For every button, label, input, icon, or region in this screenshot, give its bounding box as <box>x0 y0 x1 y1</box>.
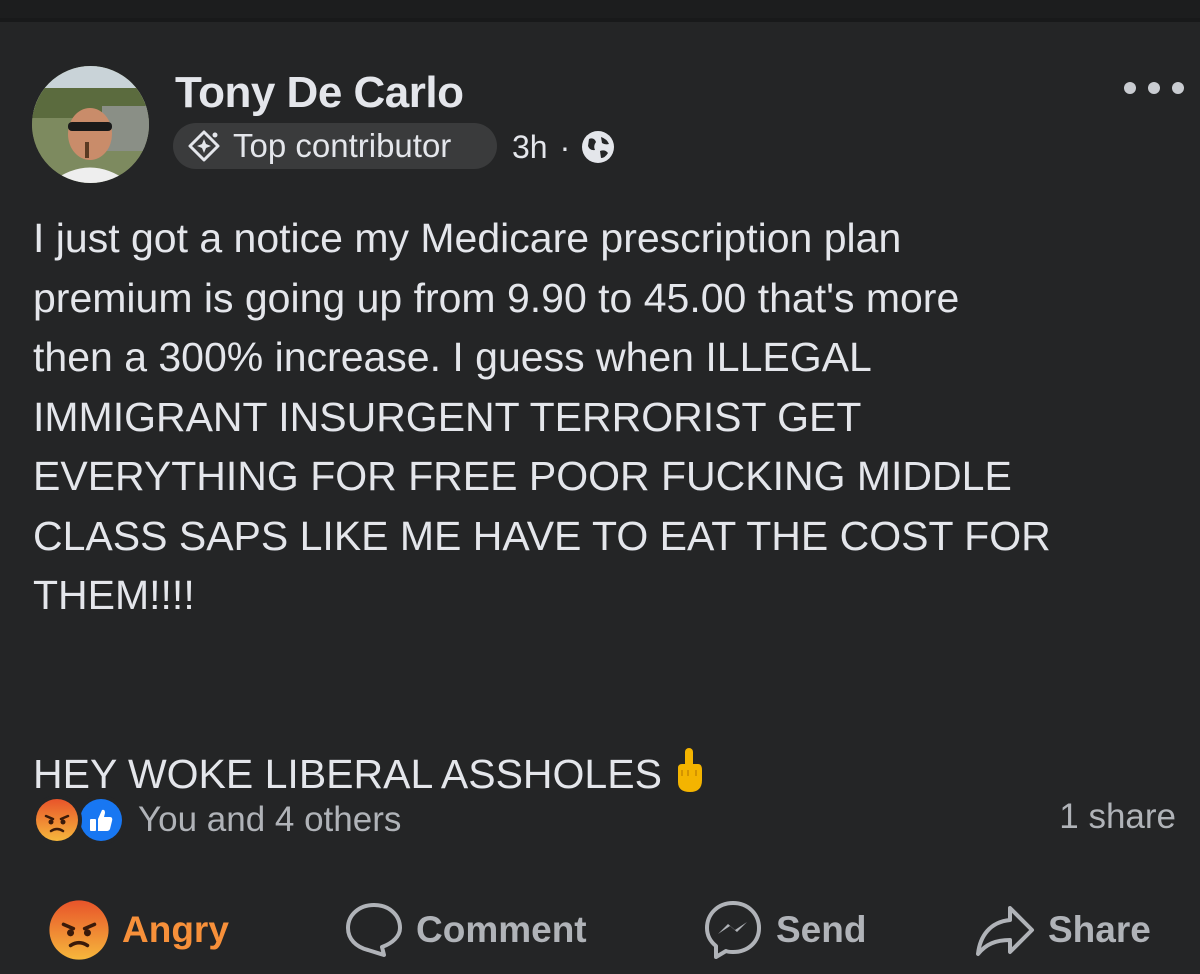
badge-label: Top contributor <box>233 127 452 164</box>
post-line: I just got a notice my Medicare prescrip… <box>33 215 902 261</box>
reactions-text: You and 4 others <box>138 800 402 839</box>
post-line: CLASS SAPS LIKE ME HAVE TO EAT THE COST … <box>33 512 1051 559</box>
post-line: premium is going up from 9.90 to 45.00 t… <box>33 274 960 321</box>
action-bar: Angry Comment Send Share <box>0 886 1200 974</box>
post-line: IMMIGRANT INSURGENT TERRORIST GET <box>33 393 862 440</box>
meta-separator: · <box>559 128 571 165</box>
post-time[interactable]: 3h <box>512 129 548 166</box>
angry-button[interactable]: Angry <box>48 898 229 962</box>
send-button[interactable]: Send <box>702 898 866 962</box>
share-arrow-icon <box>974 902 1036 958</box>
more-dots-icon <box>1172 82 1184 94</box>
closing-text: HEY WOKE LIBERAL ASSHOLES <box>33 750 662 797</box>
post-body: I just got a notice my Medicare prescrip… <box>33 209 1163 810</box>
angry-reaction-icon <box>32 795 82 845</box>
top-contributor-badge[interactable]: Top contributor <box>173 123 497 169</box>
like-reaction-icon <box>76 795 126 845</box>
angry-label: Angry <box>122 909 229 950</box>
messenger-icon <box>702 899 764 961</box>
share-button[interactable]: Share <box>974 898 1151 962</box>
post-line: then a 300% increase. I guess when ILLEG… <box>33 334 872 380</box>
more-dots-icon <box>1148 82 1160 94</box>
comment-label: Comment <box>416 909 587 950</box>
share-count[interactable]: 1 share <box>1059 797 1176 837</box>
sparkle-badge-icon <box>185 127 223 165</box>
reaction-summary[interactable]: You and 4 others <box>32 793 401 847</box>
post-line: THEM!!!! <box>33 572 195 618</box>
avatar[interactable] <box>32 66 149 183</box>
comment-icon <box>344 901 404 959</box>
middle-finger-emoji <box>674 746 704 811</box>
send-label: Send <box>776 909 867 950</box>
globe-icon[interactable] <box>578 127 618 167</box>
post-line: EVERYTHING FOR FREE POOR FUCKING MIDDLE <box>33 453 1012 499</box>
more-dots-icon <box>1124 82 1136 94</box>
more-options-button[interactable] <box>1124 76 1184 100</box>
author-name[interactable]: Tony De Carlo <box>175 68 464 118</box>
angry-reaction-icon <box>48 899 110 961</box>
top-strip <box>0 0 1200 18</box>
comment-button[interactable]: Comment <box>344 898 587 962</box>
share-label: Share <box>1048 909 1151 950</box>
top-divider <box>0 18 1200 22</box>
post-meta: 3h · <box>512 125 618 169</box>
